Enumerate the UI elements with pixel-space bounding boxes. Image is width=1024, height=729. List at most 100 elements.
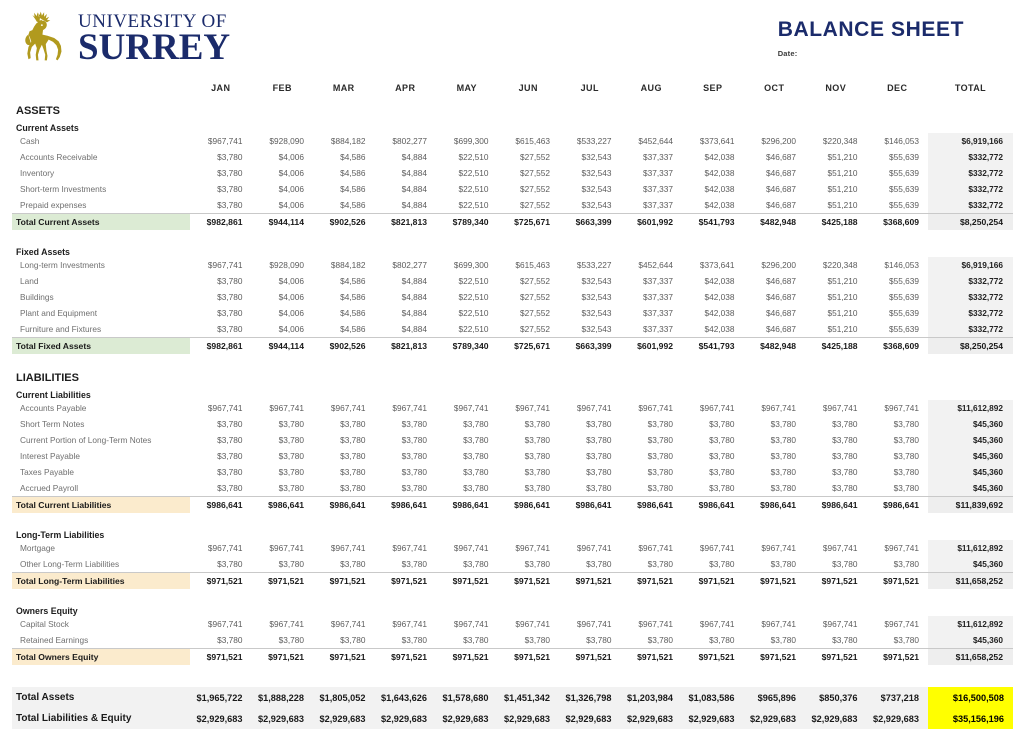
cell-nov: $51,210 <box>827 276 858 286</box>
cell-jul: $3,780 <box>586 435 612 445</box>
cell-mar: $3,780 <box>340 482 366 493</box>
cell-aug: $37,337 <box>643 308 673 318</box>
cell-apr: $4,884 <box>401 199 427 210</box>
row-label: Plant and Equipment <box>20 308 98 318</box>
column-header-jun: JUN <box>518 83 538 93</box>
cell-apr: $3,780 <box>401 634 427 645</box>
cell-jun: $27,552 <box>520 184 550 194</box>
cell-nov: $3,780 <box>832 558 858 569</box>
cell-may: $3,780 <box>463 467 489 477</box>
cell-oct: $3,780 <box>770 451 796 461</box>
cell-feb: $928,090 <box>269 136 304 146</box>
cell-nov: $3,780 <box>832 451 858 461</box>
cell-total: $45,360 <box>928 416 1013 432</box>
table-row: Mortgage $967,741 $967,741 $967,741 $967,741… <box>12 540 1013 556</box>
cell-jun: $27,552 <box>520 323 550 334</box>
cell-jan: $967,741 <box>207 136 243 146</box>
cell-aug: $452,644 <box>638 136 673 146</box>
cell-jun: $3,780 <box>524 467 550 477</box>
section-heading-label: Current Assets <box>16 123 79 133</box>
page-header: UNIVERSITY OF SURREY BALANCE SHEET Date: <box>0 0 1024 70</box>
cell-dec: $55,639 <box>889 323 919 334</box>
cell-feb: $3,780 <box>278 435 304 445</box>
grand-cell-mar: $1,805,052 <box>313 687 375 708</box>
cell-dec: $3,780 <box>893 558 919 569</box>
cell-oct: $967,741 <box>761 403 796 413</box>
total-cell-jan: $971,521 <box>190 571 252 589</box>
cell-apr: $3,780 <box>401 435 427 445</box>
column-header-apr: APR <box>395 83 416 93</box>
section-heading-label: LIABILITIES <box>16 372 79 384</box>
cell-apr: $3,780 <box>401 467 427 477</box>
cell-oct: $46,687 <box>766 152 796 162</box>
grand-cell-jun: $2,929,683 <box>497 708 559 729</box>
cell-mar: $4,586 <box>340 199 366 210</box>
total-cell-total: $8,250,254 <box>928 336 1013 354</box>
column-header-aug: AUG <box>640 83 662 93</box>
cell-dec: $3,780 <box>893 435 919 445</box>
spacer-cell <box>12 676 1013 687</box>
cell-jul: $3,780 <box>586 482 612 493</box>
cell-aug: $3,780 <box>647 435 673 445</box>
cell-feb: $967,741 <box>269 403 304 413</box>
cell-dec: $55,639 <box>889 184 919 194</box>
cell-dec: $55,639 <box>889 199 919 210</box>
table-row: Furniture and Fixtures $3,780 $4,006 $4,586… <box>12 321 1013 337</box>
total-row-label: Total Fixed Assets <box>12 336 190 354</box>
total-cell-jul: $663,399 <box>559 336 621 354</box>
cell-nov: $3,780 <box>832 634 858 645</box>
spacer-cell <box>12 665 1013 676</box>
cell-oct: $3,780 <box>770 435 796 445</box>
cell-jun: $3,780 <box>524 419 550 429</box>
cell-jan: $3,780 <box>217 292 243 302</box>
row-label: Furniture and Fixtures <box>20 323 102 334</box>
total-row: Total Long-Term Liabilities $971,521 $971,… <box>12 571 1013 589</box>
grand-cell-nov: $850,376 <box>805 687 867 708</box>
cell-aug: $3,780 <box>647 558 673 569</box>
total-cell-jan: $982,861 <box>190 336 252 354</box>
cell-nov: $51,210 <box>827 323 858 334</box>
cell-nov: $220,348 <box>822 260 858 270</box>
total-cell-mar: $971,521 <box>313 571 375 589</box>
cell-nov: $3,780 <box>832 467 858 477</box>
table-row: Other Long-Term Liabilities $3,780 $3,780 $… <box>12 556 1013 572</box>
cell-mar: $3,780 <box>340 435 366 445</box>
total-cell-apr: $986,641 <box>374 495 436 513</box>
row-label: Buildings <box>20 292 54 302</box>
cell-oct: $3,780 <box>770 419 796 429</box>
cell-may: $3,780 <box>463 435 489 445</box>
cell-jul: $3,780 <box>586 634 612 645</box>
cell-oct: $46,687 <box>766 308 796 318</box>
cell-sep: $42,038 <box>704 276 735 286</box>
cell-total: $332,772 <box>928 321 1013 337</box>
cell-sep: $3,780 <box>709 435 735 445</box>
cell-apr: $3,780 <box>401 482 427 493</box>
cell-sep: $373,641 <box>699 136 735 146</box>
cell-feb: $4,006 <box>278 168 304 178</box>
cell-dec: $146,053 <box>884 260 919 270</box>
cell-aug: $3,780 <box>647 451 673 461</box>
total-cell-jun: $971,521 <box>497 647 559 665</box>
total-cell-aug: $601,992 <box>620 336 682 354</box>
brand-line-2: SURREY <box>78 27 231 69</box>
cell-aug: $37,337 <box>643 323 673 334</box>
total-cell-jun: $725,671 <box>497 336 559 354</box>
grand-cell-may: $2,929,683 <box>436 708 498 729</box>
cell-jul: $32,543 <box>581 168 612 178</box>
cell-oct: $967,741 <box>761 619 796 629</box>
grand-cell-oct: $2,929,683 <box>743 708 805 729</box>
cell-aug: $37,337 <box>643 292 673 302</box>
spacer-row <box>12 589 1013 600</box>
cell-total: $45,360 <box>928 632 1013 648</box>
table-row: Land $3,780 $4,006 $4,586 $4,884 $22,510 $27,5… <box>12 273 1013 289</box>
total-cell-aug: $971,521 <box>620 571 682 589</box>
total-cell-may: $789,340 <box>436 336 498 354</box>
cell-mar: $3,780 <box>340 558 366 569</box>
cell-jul: $533,227 <box>576 136 612 146</box>
cell-jun: $3,780 <box>524 558 550 569</box>
total-cell-oct: $482,948 <box>743 212 805 230</box>
total-row: Total Owners Equity $971,521 $971,521 $971,… <box>12 647 1013 665</box>
cell-feb: $967,741 <box>269 619 304 629</box>
date-label: Date: <box>777 49 798 58</box>
cell-jan: $967,741 <box>207 260 243 270</box>
